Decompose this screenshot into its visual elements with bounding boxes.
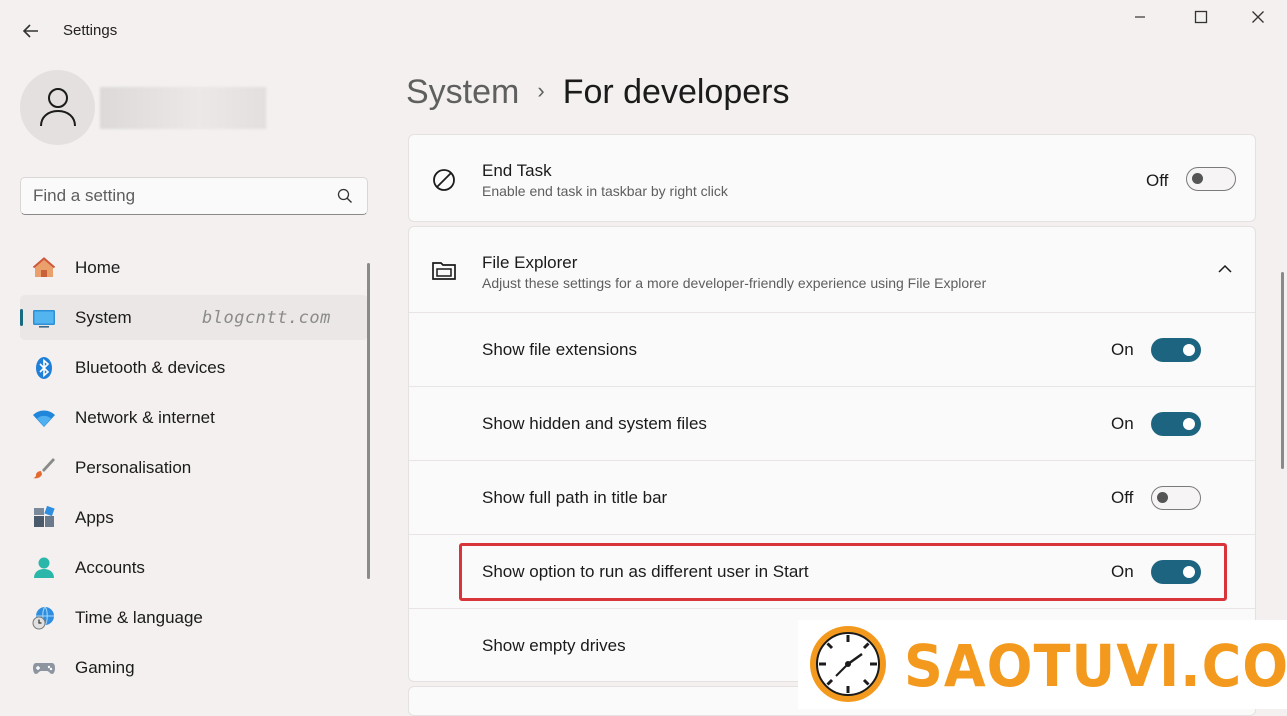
sidebar-item-label: Time & language — [75, 608, 203, 627]
sidebar-item-label: Accounts — [75, 558, 145, 577]
brush-icon — [33, 458, 55, 479]
sidebar-item-label: Home — [75, 258, 121, 277]
gaming-icon — [33, 663, 55, 674]
username-blurred — [100, 87, 266, 129]
watermark-text: blogcntt.com — [202, 308, 331, 328]
app-title: Settings — [63, 22, 118, 39]
setting-row-hidden-files: Show hidden and system files On — [409, 386, 1255, 460]
apps-icon — [34, 506, 55, 527]
row-label: Show hidden and system files — [482, 414, 707, 433]
folder-icon — [432, 262, 456, 280]
sidebar-item-apps[interactable]: Apps — [20, 495, 368, 540]
file-explorer-card: File Explorer Adjust these settings for … — [408, 226, 1256, 682]
row-state: On — [1111, 562, 1134, 581]
logo-text: SAOTUVI.COM — [904, 631, 1287, 700]
sidebar-item-label: Network & internet — [75, 408, 215, 427]
home-icon — [32, 257, 56, 277]
end-task-state: Off — [1146, 171, 1169, 190]
sidebar-item-bluetooth[interactable]: Bluetooth & devices — [20, 345, 368, 390]
file-extensions-toggle[interactable] — [1151, 338, 1201, 362]
saotuvi-logo: SAOTUVI.COM — [798, 620, 1287, 709]
sidebar-scrollbar[interactable] — [367, 263, 370, 579]
end-task-toggle[interactable] — [1186, 167, 1236, 191]
end-task-description: Enable end task in taskbar by right clic… — [482, 183, 728, 199]
active-indicator — [20, 309, 23, 326]
sidebar-item-home[interactable]: Home — [20, 245, 368, 290]
prohibit-icon — [433, 169, 455, 191]
setting-row-run-as-different-user: Show option to run as different user in … — [409, 534, 1255, 608]
search-box[interactable] — [20, 177, 368, 215]
sidebar-item-time-language[interactable]: Time & language — [20, 595, 368, 640]
row-label: Show option to run as different user in … — [482, 562, 809, 581]
breadcrumb-parent[interactable]: System — [406, 73, 519, 111]
sidebar-item-label: Gaming — [75, 658, 135, 677]
page-title: For developers — [562, 73, 790, 111]
row-label: Show file extensions — [482, 340, 637, 359]
person-icon — [40, 88, 76, 127]
sidebar-item-label: Personalisation — [75, 458, 192, 477]
end-task-card: End Task Enable end task in taskbar by r… — [408, 134, 1256, 222]
sidebar-item-label: System — [75, 308, 132, 327]
sidebar-item-accounts[interactable]: Accounts — [20, 545, 368, 590]
time-language-icon — [32, 606, 54, 630]
title-bar: Settings — [0, 0, 1287, 62]
run-as-different-user-toggle[interactable] — [1151, 560, 1201, 584]
breadcrumb: System › For developers — [406, 73, 789, 112]
sidebar-item-network[interactable]: Network & internet — [20, 395, 368, 440]
minimize-button[interactable] — [1117, 8, 1163, 32]
row-state: Off — [1111, 488, 1134, 507]
accounts-icon — [34, 557, 54, 578]
chevron-right-icon: › — [537, 78, 545, 103]
sidebar-item-label: Apps — [75, 508, 114, 527]
avatar[interactable] — [20, 70, 95, 145]
sidebar-item-label: Bluetooth & devices — [75, 358, 226, 377]
chevron-up-icon[interactable] — [1217, 261, 1233, 277]
row-state: On — [1111, 414, 1134, 433]
search-icon[interactable] — [337, 188, 353, 204]
full-path-toggle[interactable] — [1151, 486, 1201, 510]
hidden-files-toggle[interactable] — [1151, 412, 1201, 436]
search-input[interactable] — [33, 184, 333, 208]
row-label: Show full path in title bar — [482, 488, 668, 507]
row-state: On — [1111, 340, 1134, 359]
back-arrow-icon[interactable] — [20, 20, 42, 42]
sidebar-item-gaming[interactable]: Gaming — [20, 645, 368, 690]
system-icon — [33, 310, 55, 328]
setting-row-full-path: Show full path in title bar Off — [409, 460, 1255, 534]
maximize-button[interactable] — [1178, 8, 1224, 32]
end-task-title: End Task — [482, 161, 552, 180]
setting-row-file-extensions: Show file extensions On — [409, 312, 1255, 386]
file-explorer-description: Adjust these settings for a more develop… — [482, 275, 987, 291]
wifi-icon — [33, 410, 55, 427]
close-button[interactable] — [1235, 8, 1281, 32]
clock-icon — [810, 626, 886, 702]
main-scrollbar[interactable] — [1281, 272, 1284, 469]
bluetooth-icon — [36, 357, 52, 379]
file-explorer-title: File Explorer — [482, 253, 578, 272]
sidebar-item-personalisation[interactable]: Personalisation — [20, 445, 368, 490]
row-label: Show empty drives — [482, 636, 626, 655]
